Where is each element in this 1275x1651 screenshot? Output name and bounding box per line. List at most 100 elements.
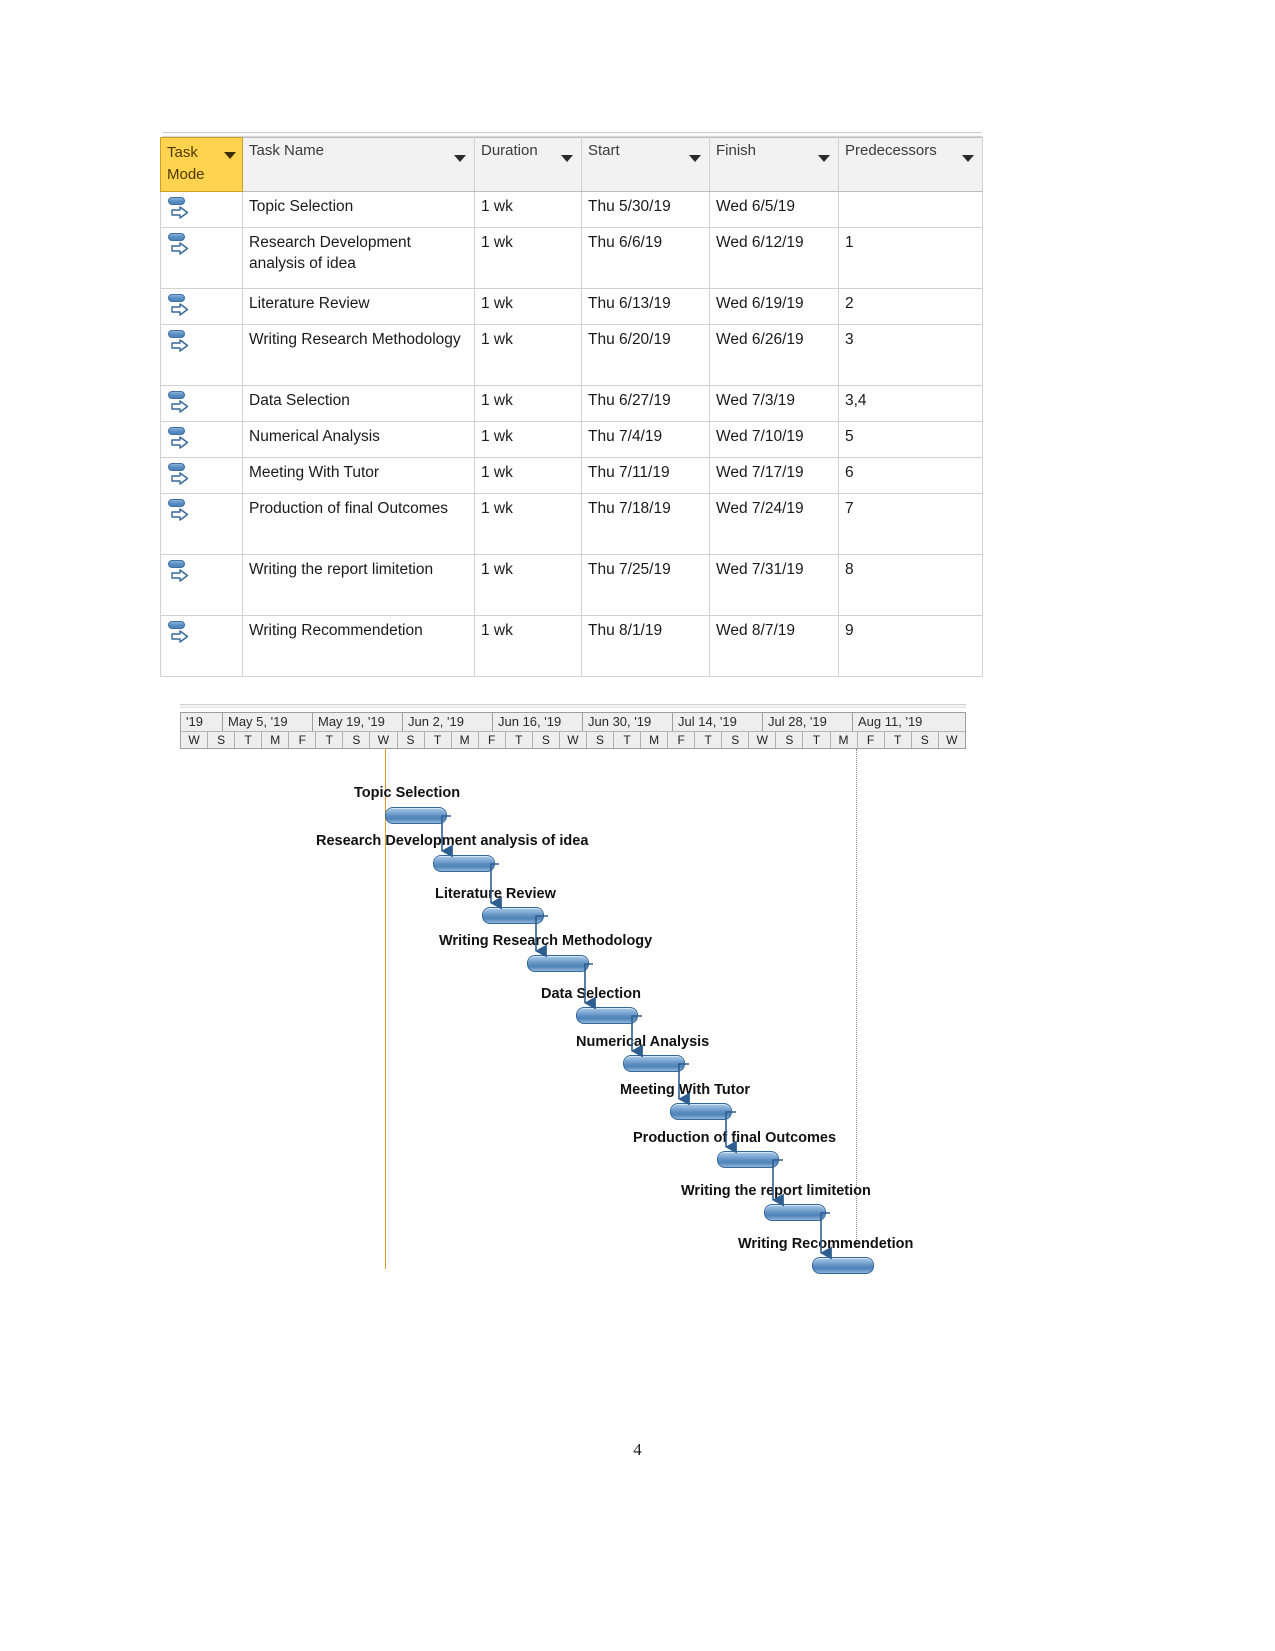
cell-start[interactable]: Thu 7/18/19 xyxy=(581,492,710,555)
cell-predecessors[interactable]: 7 xyxy=(838,492,983,555)
cell-finish[interactable]: Wed 6/26/19 xyxy=(709,323,839,386)
gantt-bar[interactable] xyxy=(385,807,447,824)
cell-duration[interactable]: 1 wk xyxy=(474,287,582,325)
table-row[interactable]: Research Development analysis of idea 1 w… xyxy=(160,226,983,289)
cell-duration[interactable]: 1 wk xyxy=(474,553,582,616)
cell-duration[interactable]: 1 wk xyxy=(474,384,582,422)
cell-start[interactable]: Thu 7/25/19 xyxy=(581,553,710,616)
cell-task-name[interactable]: Literature Review xyxy=(242,287,475,325)
cell-task-mode[interactable] xyxy=(160,492,243,555)
gantt-bar[interactable] xyxy=(482,907,544,924)
table-row[interactable]: Writing the report limitetion 1 wk Thu 7/2… xyxy=(160,553,983,616)
column-header-task-mode[interactable]: Task Mode xyxy=(160,137,243,192)
gantt-bar[interactable] xyxy=(527,955,589,972)
cell-task-name[interactable]: Writing Recommendetion xyxy=(242,614,475,677)
cell-start[interactable]: Thu 6/13/19 xyxy=(581,287,710,325)
table-row[interactable]: Numerical Analysis 1 wk Thu 7/4/19 Wed 7/10… xyxy=(160,420,983,458)
cell-task-mode[interactable] xyxy=(160,323,243,386)
cell-predecessors[interactable] xyxy=(838,190,983,228)
cell-task-name[interactable]: Meeting With Tutor xyxy=(242,456,475,494)
table-row[interactable]: Meeting With Tutor 1 wk Thu 7/11/19 Wed 7/1… xyxy=(160,456,983,494)
cell-predecessors[interactable]: 5 xyxy=(838,420,983,458)
cell-start[interactable]: Thu 5/30/19 xyxy=(581,190,710,228)
filter-caret-icon[interactable] xyxy=(561,155,573,162)
cell-finish[interactable]: Wed 7/24/19 xyxy=(709,492,839,555)
cell-duration[interactable]: 1 wk xyxy=(474,323,582,386)
cell-task-mode[interactable] xyxy=(160,190,243,228)
cell-finish[interactable]: Wed 7/3/19 xyxy=(709,384,839,422)
cell-task-mode[interactable] xyxy=(160,614,243,677)
table-row[interactable]: Production of final Outcomes 1 wk Thu 7/18… xyxy=(160,492,983,555)
cell-start[interactable]: Thu 8/1/19 xyxy=(581,614,710,677)
cell-task-name[interactable]: Writing the report limitetion xyxy=(242,553,475,616)
table-row[interactable]: Literature Review 1 wk Thu 6/13/19 Wed 6/19… xyxy=(160,287,983,325)
cell-finish[interactable]: Wed 7/17/19 xyxy=(709,456,839,494)
filter-caret-icon[interactable] xyxy=(454,155,466,162)
table-row[interactable]: Writing Research Methodology 1 wk Thu 6/20… xyxy=(160,323,983,386)
cell-start[interactable]: Thu 7/4/19 xyxy=(581,420,710,458)
cell-start[interactable]: Thu 6/6/19 xyxy=(581,226,710,289)
filter-caret-icon[interactable] xyxy=(689,155,701,162)
column-header-finish[interactable]: Finish xyxy=(709,137,839,192)
gantt-bar[interactable] xyxy=(670,1103,732,1120)
gantt-bar[interactable] xyxy=(812,1257,874,1274)
cell-finish[interactable]: Wed 6/19/19 xyxy=(709,287,839,325)
gantt-bar[interactable] xyxy=(623,1055,685,1072)
column-header-task-name[interactable]: Task Name xyxy=(242,137,475,192)
cell-predecessors[interactable]: 9 xyxy=(838,614,983,677)
cell-task-mode[interactable] xyxy=(160,420,243,458)
auto-schedule-bar-icon xyxy=(168,293,185,302)
cell-duration[interactable]: 1 wk xyxy=(474,226,582,289)
cell-predecessors[interactable]: 3,4 xyxy=(838,384,983,422)
cell-task-mode[interactable] xyxy=(160,287,243,325)
gantt-bar-label: Writing the report limitetion xyxy=(681,1183,871,1199)
cell-task-name[interactable]: Production of final Outcomes xyxy=(242,492,475,555)
gantt-bar[interactable] xyxy=(717,1151,779,1168)
cell-finish[interactable]: Wed 6/5/19 xyxy=(709,190,839,228)
cell-start[interactable]: Thu 6/27/19 xyxy=(581,384,710,422)
filter-caret-icon[interactable] xyxy=(962,155,974,162)
gantt-bar-label: Data Selection xyxy=(541,986,641,1002)
cell-start[interactable]: Thu 6/20/19 xyxy=(581,323,710,386)
cell-duration[interactable]: 1 wk xyxy=(474,614,582,677)
cell-task-name[interactable]: Writing Research Methodology xyxy=(242,323,475,386)
cell-task-name[interactable]: Data Selection xyxy=(242,384,475,422)
gantt-bar[interactable] xyxy=(576,1007,638,1024)
cell-duration[interactable]: 1 wk xyxy=(474,190,582,228)
column-header-duration[interactable]: Duration xyxy=(474,137,582,192)
table-row[interactable]: Topic Selection 1 wk Thu 5/30/19 Wed 6/5/19 xyxy=(160,190,983,228)
cell-task-mode[interactable] xyxy=(160,553,243,616)
gantt-bar[interactable] xyxy=(764,1204,826,1221)
timeline-day-cell: S xyxy=(533,732,560,748)
start-header-label: Start xyxy=(588,142,620,159)
table-row[interactable]: Writing Recommendetion 1 wk Thu 8/1/19 Wed … xyxy=(160,614,983,677)
auto-schedule-bar-icon xyxy=(168,620,185,629)
filter-caret-icon[interactable] xyxy=(224,152,236,159)
gantt-bar[interactable] xyxy=(433,855,495,872)
cell-finish[interactable]: Wed 6/12/19 xyxy=(709,226,839,289)
cell-task-mode[interactable] xyxy=(160,384,243,422)
table-row[interactable]: Data Selection 1 wk Thu 6/27/19 Wed 7/3/19 3… xyxy=(160,384,983,422)
column-header-predecessors[interactable]: Predecessors xyxy=(838,137,983,192)
cell-finish[interactable]: Wed 8/7/19 xyxy=(709,614,839,677)
cell-duration[interactable]: 1 wk xyxy=(474,420,582,458)
cell-predecessors[interactable]: 6 xyxy=(838,456,983,494)
cell-finish[interactable]: Wed 7/31/19 xyxy=(709,553,839,616)
cell-duration[interactable]: 1 wk xyxy=(474,492,582,555)
cell-predecessors[interactable]: 8 xyxy=(838,553,983,616)
cell-duration[interactable]: 1 wk xyxy=(474,456,582,494)
cell-task-name[interactable]: Research Development analysis of idea xyxy=(242,226,475,289)
cell-task-mode[interactable] xyxy=(160,456,243,494)
cell-finish[interactable]: Wed 7/10/19 xyxy=(709,420,839,458)
cell-predecessors[interactable]: 2 xyxy=(838,287,983,325)
cell-task-name[interactable]: Numerical Analysis xyxy=(242,420,475,458)
auto-schedule-icon xyxy=(167,390,193,416)
cell-predecessors[interactable]: 1 xyxy=(838,226,983,289)
timeline-day-cell: S xyxy=(722,732,750,748)
cell-predecessors[interactable]: 3 xyxy=(838,323,983,386)
cell-task-mode[interactable] xyxy=(160,226,243,289)
column-header-start[interactable]: Start xyxy=(581,137,710,192)
cell-task-name[interactable]: Topic Selection xyxy=(242,190,475,228)
cell-start[interactable]: Thu 7/11/19 xyxy=(581,456,710,494)
filter-caret-icon[interactable] xyxy=(818,155,830,162)
